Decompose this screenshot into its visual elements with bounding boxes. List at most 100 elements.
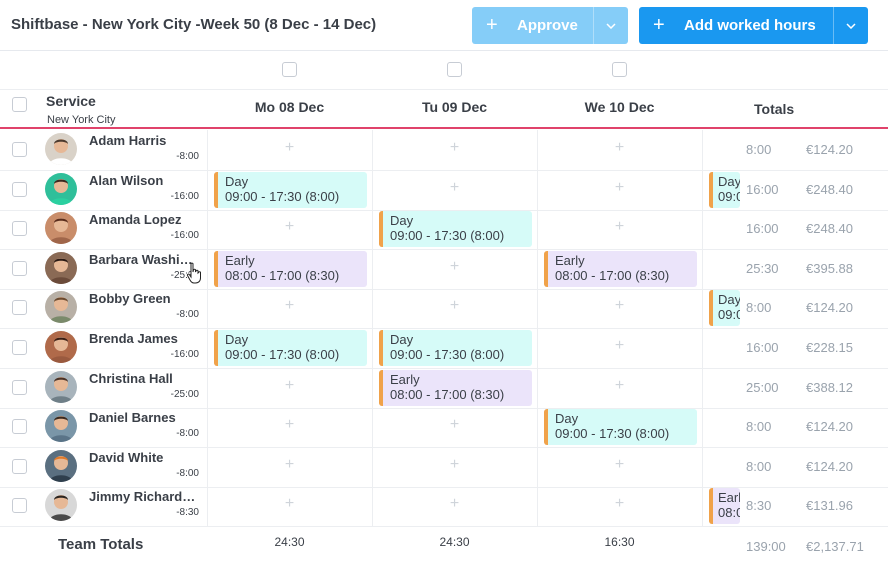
row-checkbox[interactable] (12, 459, 27, 474)
add-shift-icon[interactable]: + (207, 297, 372, 315)
add-shift-icon[interactable]: + (372, 297, 537, 315)
employee-hours: -16:00 (170, 230, 199, 241)
shift-block[interactable]: Day09:00 (709, 290, 740, 326)
add-shift-icon[interactable]: + (537, 337, 702, 355)
avatar (45, 371, 77, 403)
chevron-down-icon[interactable] (593, 7, 628, 44)
shift-type: Day (390, 213, 414, 228)
employee-name[interactable]: Bobby Green (89, 291, 199, 306)
shift-time: 09:00 (718, 189, 740, 204)
employee-name[interactable]: Barbara Washington (89, 252, 199, 267)
service-location: New York City (47, 114, 116, 126)
day-select-checkbox[interactable] (447, 62, 462, 77)
row-checkbox[interactable] (12, 419, 27, 434)
row-total-cost: €248.40 (806, 221, 853, 236)
employee-name[interactable]: Daniel Barnes (89, 410, 199, 425)
employee-name[interactable]: Alan Wilson (89, 173, 199, 188)
team-total-day: 24:30 (439, 535, 470, 549)
add-shift-icon[interactable]: + (372, 495, 537, 513)
row-total-hours: 8:30 (746, 498, 772, 513)
avatar (45, 450, 77, 482)
employee-name[interactable]: Christina Hall (89, 371, 199, 386)
shift-type: Early (225, 253, 255, 268)
day-select-checkbox[interactable] (282, 62, 297, 77)
employee-name[interactable]: Jimmy Richardson (89, 489, 199, 504)
avatar (45, 291, 77, 323)
row-total-hours: 8:00 (746, 300, 772, 315)
row-checkbox[interactable] (12, 182, 27, 197)
row-checkbox[interactable] (12, 380, 27, 395)
row-total-hours: 25:00 (746, 380, 779, 395)
shift-block[interactable]: Early 08:00 - 17:00 (8:30) (379, 370, 532, 406)
shift-block[interactable]: Day 09:00 - 17:30 (8:00) (379, 211, 532, 247)
row-checkbox[interactable] (12, 340, 27, 355)
row-total-hours: 25:30 (746, 261, 779, 276)
shift-block[interactable]: Early 08:00 - 17:00 (8:30) (214, 251, 367, 287)
add-shift-icon[interactable]: + (537, 456, 702, 474)
employee-name[interactable]: Amanda Lopez (89, 212, 199, 227)
row-total-cost: €228.15 (806, 340, 853, 355)
team-total-day: 16:30 (604, 535, 635, 549)
shift-type: Day (718, 174, 740, 189)
avatar (45, 331, 77, 363)
shift-block[interactable]: Day 09:00 - 17:30 (8:00) (544, 409, 697, 445)
day-select-checkbox[interactable] (612, 62, 627, 77)
add-shift-icon[interactable]: + (537, 297, 702, 315)
add-shift-icon[interactable]: + (207, 416, 372, 434)
shift-time: 08:00 - 17:00 (8:30) (225, 268, 340, 283)
employee-hours: -8:00 (176, 309, 199, 320)
shift-block[interactable]: Day 09:00 - 17:30 (8:00) (214, 172, 367, 208)
add-shift-icon[interactable]: + (207, 139, 372, 157)
add-shift-icon[interactable]: + (537, 139, 702, 157)
employee-name[interactable]: Brenda James (89, 331, 199, 346)
hand-cursor-icon (186, 262, 201, 284)
add-shift-icon[interactable]: + (372, 179, 537, 197)
add-shift-icon[interactable]: + (207, 218, 372, 236)
employee-hours: -8:00 (176, 151, 199, 162)
shift-time: 09:00 - 17:30 (8:00) (555, 426, 670, 441)
approve-button[interactable]: + Approve (472, 7, 628, 44)
add-shift-icon[interactable]: + (372, 456, 537, 474)
employee-hours: -16:00 (170, 191, 199, 202)
employee-hours: -25:00 (170, 389, 199, 400)
add-shift-icon[interactable]: + (372, 416, 537, 434)
row-total-hours: 16:00 (746, 182, 779, 197)
shift-type: Early (718, 490, 740, 505)
team-totals-label: Team Totals (58, 536, 144, 553)
shift-block[interactable]: Early 08:00 - 17:00 (8:30) (544, 251, 697, 287)
shift-type: Day (225, 174, 249, 189)
shift-time: 09:00 - 17:30 (8:00) (390, 228, 505, 243)
chevron-down-icon[interactable] (833, 7, 868, 44)
row-checkbox[interactable] (12, 261, 27, 276)
service-header: Service (46, 93, 96, 109)
shift-block[interactable]: Day 09:00 - 17:30 (8:00) (379, 330, 532, 366)
add-worked-hours-button[interactable]: + Add worked hours (639, 7, 868, 44)
select-all-checkbox[interactable] (12, 97, 27, 112)
add-shift-icon[interactable]: + (372, 258, 537, 276)
add-shift-icon[interactable]: + (537, 179, 702, 197)
row-checkbox[interactable] (12, 221, 27, 236)
row-checkbox[interactable] (12, 300, 27, 315)
row-total-hours: 8:00 (746, 459, 772, 474)
row-checkbox[interactable] (12, 498, 27, 513)
add-shift-icon[interactable]: + (207, 495, 372, 513)
add-shift-icon[interactable]: + (372, 139, 537, 157)
row-total-hours: 8:00 (746, 419, 772, 434)
shift-type: Day (555, 411, 579, 426)
row-checkbox[interactable] (12, 142, 27, 157)
add-shift-icon[interactable]: + (537, 218, 702, 236)
add-shift-icon[interactable]: + (537, 377, 702, 395)
employee-name[interactable]: David White (89, 450, 199, 465)
shift-block[interactable]: Day 09:00 - 17:30 (8:00) (214, 330, 367, 366)
avatar (45, 212, 77, 244)
day-header: We 10 Dec (584, 99, 655, 115)
row-total-cost: €131.96 (806, 498, 853, 513)
shift-type: Early (555, 253, 585, 268)
add-shift-icon[interactable]: + (207, 456, 372, 474)
add-shift-icon[interactable]: + (207, 377, 372, 395)
shift-block[interactable]: Day09:00 (709, 172, 740, 208)
shift-block[interactable]: Early08:00 (709, 488, 740, 524)
add-shift-icon[interactable]: + (537, 495, 702, 513)
totals-header: Totals (754, 101, 795, 117)
employee-name[interactable]: Adam Harris (89, 133, 199, 148)
